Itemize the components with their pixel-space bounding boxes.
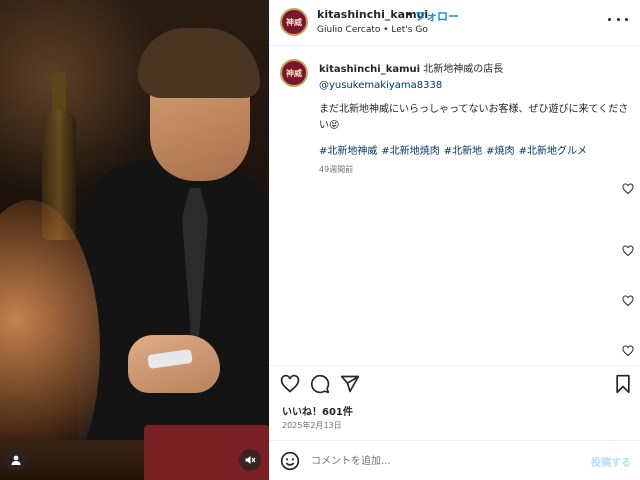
separator-dot: • bbox=[406, 8, 413, 21]
avatar-logo-text: 神威 bbox=[286, 16, 302, 27]
hashtag-link[interactable]: #北新地 bbox=[444, 146, 482, 157]
more-icon[interactable] bbox=[608, 12, 628, 26]
hashtag-link[interactable]: #北新地グルメ bbox=[519, 146, 587, 157]
follow-button[interactable]: フォロー bbox=[415, 8, 459, 24]
heart-icon[interactable] bbox=[622, 345, 634, 357]
hashtag-link[interactable]: #焼肉 bbox=[486, 146, 514, 157]
comments-area[interactable]: 神威 kitashinchi_kamui 北新地神威の店長 @yusukemak… bbox=[269, 47, 640, 365]
post-panel: 神威 kitashinchi_kamui • フォロー Giulio Cerca… bbox=[269, 0, 640, 480]
hashtag-link[interactable]: #北新地神威 bbox=[319, 146, 377, 157]
post-media[interactable] bbox=[0, 0, 269, 480]
user-icon bbox=[11, 455, 21, 465]
bookmark-icon[interactable] bbox=[613, 374, 633, 394]
tagged-user-button[interactable] bbox=[5, 449, 27, 471]
comment-bar: 投稿する bbox=[269, 440, 640, 480]
caption-time: 49週間前 bbox=[319, 165, 354, 174]
caption-text: まだ北新地神威にいらっしゃってないお客様、ぜひ遊びに来てください😝 bbox=[319, 104, 629, 131]
likes-count[interactable]: いいね！601件 bbox=[282, 403, 353, 418]
comment-input[interactable] bbox=[311, 452, 571, 470]
avatar[interactable]: 神威 bbox=[280, 59, 308, 87]
person-hair bbox=[138, 28, 260, 98]
mention-link[interactable]: @yusukemakiyama8338 bbox=[319, 80, 442, 91]
post-header: 神威 kitashinchi_kamui • フォロー Giulio Cerca… bbox=[269, 0, 640, 46]
avatar[interactable]: 神威 bbox=[280, 8, 308, 36]
heart-icon[interactable] bbox=[622, 295, 634, 307]
caption-username[interactable]: kitashinchi_kamui bbox=[319, 64, 420, 75]
comment-icon[interactable] bbox=[310, 374, 330, 394]
heart-icon[interactable] bbox=[622, 245, 634, 257]
heart-icon[interactable] bbox=[622, 183, 634, 195]
heart-icon[interactable] bbox=[280, 374, 300, 394]
mute-button[interactable] bbox=[239, 449, 261, 471]
caption-lead: 北新地神威の店長 bbox=[420, 64, 504, 75]
caption-body: kitashinchi_kamui 北新地神威の店長 @yusukemakiya… bbox=[319, 62, 629, 178]
hashtag-link[interactable]: #北新地焼肉 bbox=[381, 146, 439, 157]
post-comment-button[interactable]: 投稿する bbox=[591, 454, 631, 469]
emoji-icon[interactable] bbox=[280, 451, 300, 471]
audio-subline[interactable]: Giulio Cercato • Let's Go bbox=[317, 25, 428, 35]
post-date[interactable]: 2025年2月13日 bbox=[282, 420, 342, 431]
send-icon[interactable] bbox=[340, 374, 360, 394]
mute-icon bbox=[245, 456, 256, 464]
avatar-logo-text: 神威 bbox=[286, 67, 302, 78]
hashtags: #北新地神威 #北新地焼肉 #北新地 #焼肉 #北新地グルメ bbox=[319, 144, 629, 160]
action-bar bbox=[269, 365, 640, 401]
